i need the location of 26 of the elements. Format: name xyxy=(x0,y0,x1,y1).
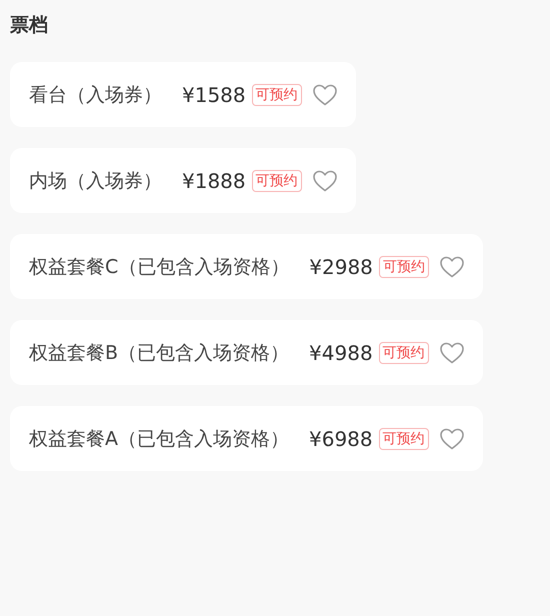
status-tag: 可预约 xyxy=(252,170,302,192)
ticket-card[interactable]: 看台（入场券） ¥1588 可预约 xyxy=(10,62,356,127)
ticket-card[interactable]: 权益套餐A（已包含入场资格） ¥6988 可预约 xyxy=(10,406,483,471)
section-title: 票档 xyxy=(10,13,48,38)
ticket-name: 权益套餐B（已包含入场资格） xyxy=(29,340,290,366)
status-tag: 可预约 xyxy=(378,428,429,450)
ticket-price: ¥4988 xyxy=(309,340,373,364)
ticket-price: ¥1888 xyxy=(182,168,246,192)
ticket-card[interactable]: 权益套餐C（已包含入场资格） ¥2988 可预约 xyxy=(10,234,483,299)
status-tag: 可预约 xyxy=(252,84,302,106)
heart-icon[interactable] xyxy=(312,168,338,192)
heart-icon[interactable] xyxy=(438,426,465,450)
ticket-name: 内场（入场券） xyxy=(29,168,162,194)
ticket-name: 看台（入场券） xyxy=(29,82,162,108)
status-tag: 可预约 xyxy=(378,256,429,278)
ticket-name: 权益套餐A（已包含入场资格） xyxy=(29,426,289,452)
ticket-name: 权益套餐C（已包含入场资格） xyxy=(29,254,290,280)
ticket-price: ¥2988 xyxy=(309,254,373,278)
heart-icon[interactable] xyxy=(438,340,465,364)
heart-icon[interactable] xyxy=(312,82,338,106)
ticket-price: ¥1588 xyxy=(182,82,246,106)
heart-icon[interactable] xyxy=(438,254,465,278)
status-tag: 可预约 xyxy=(378,342,429,364)
ticket-price: ¥6988 xyxy=(309,426,373,450)
ticket-card[interactable]: 权益套餐B（已包含入场资格） ¥4988 可预约 xyxy=(10,320,483,385)
ticket-card[interactable]: 内场（入场券） ¥1888 可预约 xyxy=(10,148,356,213)
